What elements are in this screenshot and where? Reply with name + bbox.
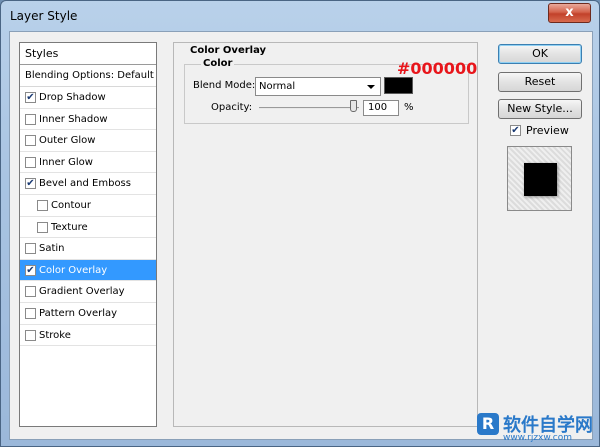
- color-group: Color Blend Mode: Normal #000000 Opacity…: [184, 58, 477, 124]
- style-checkbox[interactable]: ✔: [25, 92, 36, 103]
- watermark: R 软件自学网 www.rjzxw.com: [477, 411, 597, 445]
- style-item-label: Inner Shadow: [39, 113, 108, 125]
- style-item-label: Color Overlay: [39, 264, 108, 276]
- close-button[interactable]: x: [548, 3, 591, 23]
- opacity-label: Opacity:: [211, 102, 253, 113]
- style-item[interactable]: Gradient Overlay: [20, 281, 156, 303]
- style-item[interactable]: ✔ Color Overlay: [20, 259, 156, 282]
- opacity-slider-thumb[interactable]: [350, 100, 357, 112]
- style-item[interactable]: ✔ Bevel and Emboss: [20, 173, 156, 195]
- style-checkbox[interactable]: [25, 113, 36, 125]
- style-item-label: Stroke: [39, 329, 71, 341]
- ok-button[interactable]: OK: [498, 44, 582, 64]
- color-group-title: Color: [201, 58, 235, 69]
- style-checkbox[interactable]: ✔: [25, 178, 36, 190]
- styles-header[interactable]: Styles: [20, 43, 156, 65]
- percent-label: %: [404, 102, 414, 113]
- style-item-label: Gradient Overlay: [39, 286, 125, 298]
- blend-mode-value: Normal: [259, 81, 296, 92]
- blending-options-default[interactable]: Blending Options: Default: [20, 65, 156, 87]
- preview-thumbnail: [507, 146, 572, 211]
- style-item-label: Texture: [51, 221, 88, 233]
- style-checkbox[interactable]: [25, 135, 36, 147]
- opacity-input[interactable]: 100: [363, 100, 399, 116]
- new-style-button[interactable]: New Style...: [498, 99, 582, 119]
- style-items: ✔ Drop Shadow Inner Shadow Outer Glow Inner …: [20, 87, 156, 347]
- style-item[interactable]: Outer Glow: [20, 130, 156, 152]
- style-checkbox[interactable]: [25, 156, 36, 168]
- style-checkbox[interactable]: [37, 199, 48, 211]
- style-checkbox[interactable]: ✔: [25, 264, 36, 276]
- chevron-down-icon: [367, 85, 375, 89]
- style-item-label: Contour: [51, 199, 91, 211]
- watermark-logo: R: [477, 413, 499, 435]
- preview-label: Preview: [526, 124, 569, 137]
- opacity-slider-track[interactable]: [259, 107, 359, 109]
- style-item[interactable]: Satin: [20, 238, 156, 260]
- style-item-label: Satin: [39, 243, 65, 255]
- window-title: Layer Style: [10, 9, 78, 23]
- style-item[interactable]: Stroke: [20, 325, 156, 347]
- color-swatch[interactable]: [384, 77, 413, 94]
- style-checkbox[interactable]: [25, 243, 36, 255]
- blend-mode-select[interactable]: Normal: [255, 77, 381, 96]
- style-item-label: Bevel and Emboss: [39, 178, 131, 190]
- layer-style-window: Layer Style x Styles Blending Options: D…: [0, 0, 600, 447]
- preview-square: [524, 163, 557, 196]
- style-item[interactable]: Inner Shadow: [20, 109, 156, 131]
- style-checkbox[interactable]: [25, 329, 36, 341]
- style-item-label: Inner Glow: [39, 156, 93, 168]
- blend-mode-label: Blend Mode:: [193, 80, 256, 91]
- reset-button[interactable]: Reset: [498, 72, 582, 92]
- style-item[interactable]: Texture: [20, 217, 156, 239]
- style-item-label: Pattern Overlay: [39, 307, 118, 319]
- style-item[interactable]: ✔ Drop Shadow: [20, 87, 156, 109]
- preview-checkbox[interactable]: ✔: [510, 125, 521, 136]
- panel-title: Color Overlay: [190, 45, 267, 56]
- dialog-body: Styles Blending Options: Default ✔ Drop S…: [9, 31, 593, 440]
- close-icon: x: [565, 5, 574, 20]
- style-checkbox[interactable]: [25, 307, 36, 319]
- styles-list: Styles Blending Options: Default ✔ Drop S…: [19, 42, 157, 427]
- style-checkbox[interactable]: [37, 221, 48, 233]
- style-item-label: Drop Shadow: [39, 92, 106, 103]
- color-overlay-panel: Color Overlay Color Blend Mode: Normal #…: [173, 42, 478, 427]
- style-item-label: Outer Glow: [39, 135, 96, 147]
- style-checkbox[interactable]: [25, 286, 36, 298]
- style-item[interactable]: Pattern Overlay: [20, 303, 156, 325]
- style-item[interactable]: Contour: [20, 195, 156, 217]
- style-item[interactable]: Inner Glow: [20, 152, 156, 174]
- hex-annotation: #000000: [397, 59, 478, 78]
- watermark-url: www.rjzxw.com: [503, 433, 572, 443]
- title-bar[interactable]: Layer Style x: [1, 1, 599, 31]
